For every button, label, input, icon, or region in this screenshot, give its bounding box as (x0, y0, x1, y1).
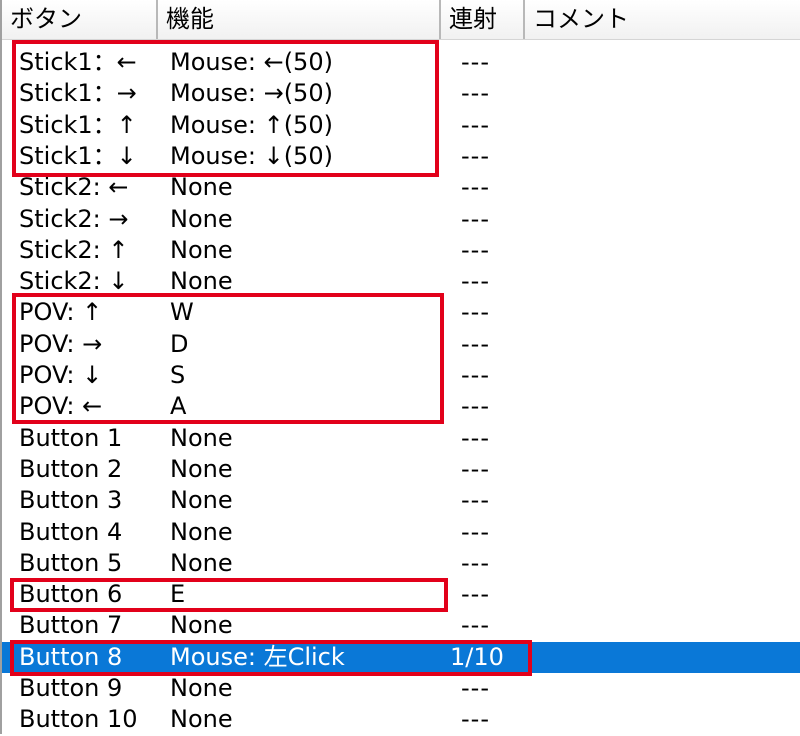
function-cell: Mouse: →(50) (170, 79, 333, 108)
button-name-cell: Button 3 (19, 486, 123, 515)
table-row[interactable]: Button 10 None --- (2, 704, 800, 735)
column-header-rapid-fire[interactable]: 連射 (441, 0, 525, 39)
rapid-fire-cell: --- (461, 110, 490, 139)
rapid-fire-cell: --- (461, 580, 490, 609)
table-row[interactable]: Button 7 None --- (2, 610, 800, 641)
table-row[interactable]: Stick2: ← None --- (2, 172, 800, 203)
button-name-cell: Button 7 (19, 611, 123, 640)
table-row[interactable]: POV: ↓ S --- (2, 360, 800, 391)
function-cell: W (170, 298, 194, 327)
table-row[interactable]: POV: ↑ W --- (2, 297, 800, 328)
button-name-cell: Button 2 (19, 454, 123, 483)
rapid-fire-cell: --- (461, 79, 490, 108)
function-cell: Mouse: 左Click (170, 642, 345, 671)
button-name-cell: Button 1 (19, 423, 123, 452)
rapid-fire-cell: --- (461, 548, 490, 577)
table-row[interactable]: Button 4 None --- (2, 517, 800, 548)
table-row[interactable]: Button 3 None --- (2, 485, 800, 516)
button-name-cell: Stick2: ↓ (19, 267, 129, 296)
function-cell: D (170, 329, 189, 358)
rapid-fire-cell: --- (461, 674, 490, 702)
function-cell: None (170, 674, 233, 702)
table-row[interactable]: Button 1 None --- (2, 423, 800, 454)
column-header-function[interactable]: 機能 (158, 0, 441, 39)
button-name-cell: Stick2: ↑ (19, 235, 129, 264)
button-name-cell: Stick1：→ (19, 79, 137, 108)
function-cell: E (170, 580, 186, 609)
button-name-cell: Stick1：↓ (19, 141, 137, 170)
function-cell: Mouse: ↑(50) (170, 110, 333, 139)
function-cell: None (170, 235, 233, 264)
button-name-cell: Button 8 (19, 642, 123, 671)
rapid-fire-cell: --- (461, 486, 490, 515)
rapid-fire-cell: --- (461, 267, 490, 296)
button-name-cell: POV: ↑ (19, 298, 103, 327)
function-cell: None (170, 486, 233, 515)
function-cell: A (170, 392, 187, 421)
function-cell: Mouse: ←(50) (170, 48, 333, 76)
function-cell: None (170, 517, 233, 546)
button-name-cell: Button 5 (19, 548, 123, 577)
function-cell: None (170, 173, 233, 202)
function-cell: None (170, 454, 233, 483)
rapid-fire-cell: --- (461, 298, 490, 327)
rapid-fire-cell: --- (461, 48, 490, 76)
column-header-comment[interactable]: コメント (525, 0, 800, 39)
column-header-button[interactable]: ボタン (2, 0, 158, 39)
table-row[interactable]: Button 8 Mouse: 左Click 1/10 (2, 641, 800, 673)
button-assignment-list[interactable]: ボタン 機能 連射 コメント Stick1：← Mouse: ←(50) --- St… (0, 0, 800, 734)
table-row[interactable]: POV: ← A --- (2, 391, 800, 422)
button-name-cell: Button 10 (19, 705, 138, 734)
function-cell: None (170, 611, 233, 640)
function-cell: S (170, 361, 186, 389)
button-name-cell: Stick1：↑ (19, 110, 137, 139)
button-name-cell: Button 4 (19, 517, 123, 546)
table-row[interactable]: Button 2 None --- (2, 454, 800, 485)
rapid-fire-cell: --- (461, 423, 490, 452)
button-name-cell: POV: ← (19, 392, 103, 421)
rapid-fire-cell: --- (461, 204, 490, 233)
rapid-fire-cell: --- (461, 392, 490, 421)
button-name-cell: Stick2: ← (19, 173, 129, 202)
rapid-fire-cell: --- (461, 173, 490, 202)
button-name-cell: Button 9 (19, 674, 123, 702)
rapid-fire-cell: --- (461, 361, 490, 389)
table-row[interactable]: Button 5 None --- (2, 548, 800, 579)
table-row[interactable]: Button 9 None --- (2, 673, 800, 704)
rapid-fire-cell: --- (461, 611, 490, 640)
button-name-cell: POV: → (19, 329, 103, 358)
table-row[interactable]: Stick1：→ Mouse: →(50) --- (2, 78, 800, 109)
rapid-fire-cell: --- (461, 235, 490, 264)
button-name-cell: Button 6 (19, 580, 123, 609)
table-row[interactable]: POV: → D --- (2, 329, 800, 360)
rapid-fire-cell: 1/10 (450, 642, 504, 671)
button-name-cell: Stick2: → (19, 204, 129, 233)
rapid-fire-cell: --- (461, 141, 490, 170)
table-row[interactable]: Stick2: ↓ None --- (2, 266, 800, 297)
function-cell: None (170, 267, 233, 296)
list-header: ボタン 機能 連射 コメント (2, 0, 800, 40)
table-row[interactable]: Button 6 E --- (2, 579, 800, 610)
table-row[interactable]: Stick1：↑ Mouse: ↑(50) --- (2, 110, 800, 141)
rapid-fire-cell: --- (461, 329, 490, 358)
function-cell: None (170, 705, 233, 734)
table-row[interactable]: Stick2: ↑ None --- (2, 235, 800, 266)
table-row[interactable]: Stick1：↓ Mouse: ↓(50) --- (2, 141, 800, 172)
rapid-fire-cell: --- (461, 454, 490, 483)
button-name-cell: POV: ↓ (19, 361, 103, 389)
function-cell: Mouse: ↓(50) (170, 141, 333, 170)
function-cell: None (170, 548, 233, 577)
rapid-fire-cell: --- (461, 517, 490, 546)
table-row[interactable]: Stick1：← Mouse: ←(50) --- (2, 47, 800, 78)
function-cell: None (170, 423, 233, 452)
button-name-cell: Stick1：← (19, 48, 137, 76)
function-cell: None (170, 204, 233, 233)
rapid-fire-cell: --- (461, 705, 490, 734)
table-row[interactable]: Stick2: → None --- (2, 204, 800, 235)
